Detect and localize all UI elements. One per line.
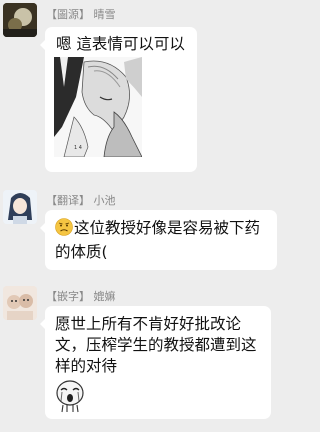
sender-label: 【圖源】 晴雪 <box>46 6 116 22</box>
manga-image[interactable]: 1 4 <box>54 57 142 157</box>
manga-panel-icon: 1 4 <box>54 57 142 157</box>
worried-face-icon <box>55 218 73 242</box>
message-text: 嗯 這表情可以可以 <box>56 35 185 53</box>
message-line-1: 愿世上所有不肯好好批改论 <box>55 315 242 333</box>
message-line-3: 样的对待 <box>55 357 118 375</box>
message-bubble[interactable]: 愿世上所有不肯好好批改论 文，压榨学生的教授都遭到这 样的对待 <box>40 306 271 419</box>
sender-name: 晴雪 <box>93 8 116 21</box>
sender-label: 【嵌字】 媲嫲 <box>46 288 116 304</box>
message-line-2: 文，压榨学生的教授都遭到这 <box>55 336 257 354</box>
message-line-1: 这位教授好像是容易被下药 <box>55 218 267 242</box>
message-bubble[interactable]: 嗯 這表情可以可以 1 4 <box>40 27 197 172</box>
crying-face-icon <box>56 380 84 413</box>
sender-tag: 【翻译】 <box>46 194 90 207</box>
avatar-image <box>3 190 37 224</box>
sender-tag: 【圖源】 <box>46 8 90 21</box>
message-line-2: 的体质( <box>55 243 108 261</box>
sender-name: 小池 <box>93 194 116 207</box>
sender-name: 媲嫲 <box>93 290 116 303</box>
avatar[interactable] <box>3 3 37 37</box>
svg-text:1 4: 1 4 <box>74 145 82 151</box>
sender-label: 【翻译】 小池 <box>46 192 116 208</box>
avatar-image <box>3 286 37 320</box>
crying-face-sticker[interactable] <box>54 379 86 413</box>
avatar-image <box>3 3 37 37</box>
avatar[interactable] <box>3 190 37 224</box>
sender-tag: 【嵌字】 <box>46 290 90 303</box>
message-bubble[interactable]: 这位教授好像是容易被下药 的体质( <box>40 210 277 270</box>
avatar[interactable] <box>3 286 37 320</box>
